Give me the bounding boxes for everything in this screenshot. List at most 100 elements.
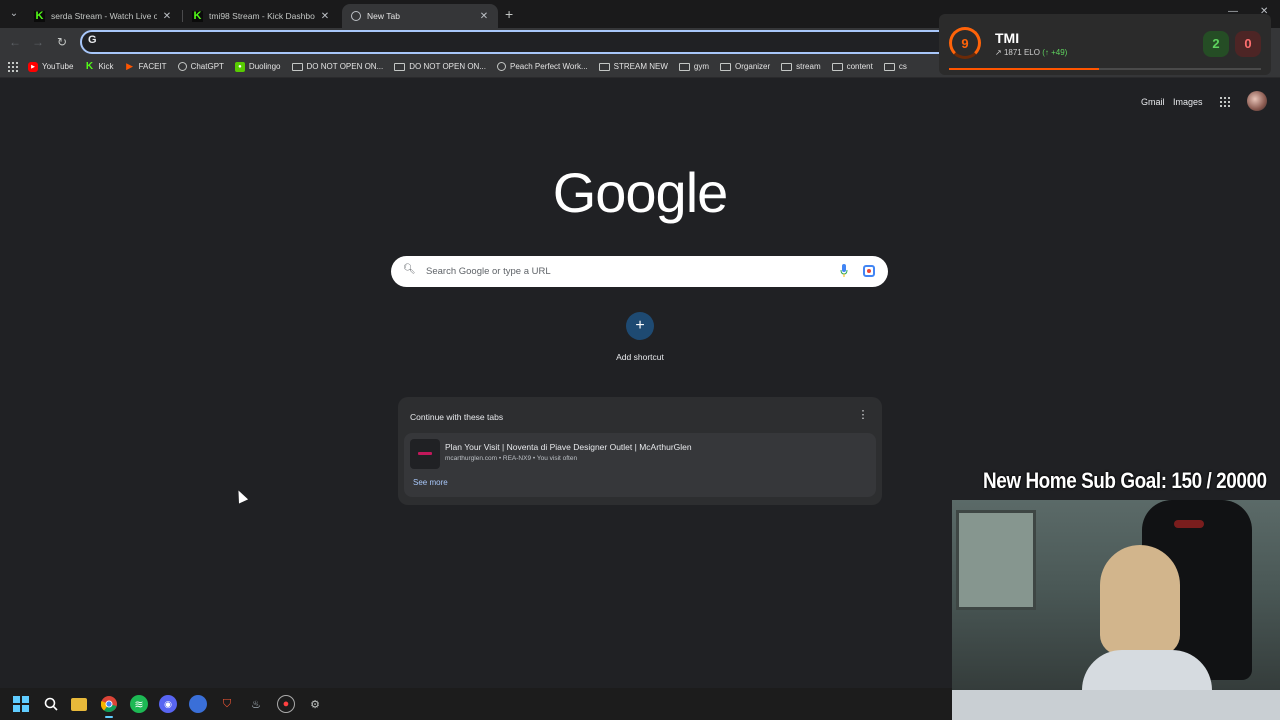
search-icon: 🔍︎ (403, 264, 416, 275)
continue-tab-title: Plan Your Visit | Noventa di Piave Desig… (445, 442, 692, 452)
bookmark-folder[interactable]: DO NOT OPEN ON... (291, 62, 383, 71)
tab-close-icon[interactable]: ✕ (319, 11, 331, 22)
reload-icon[interactable]: ↻ (54, 34, 70, 50)
see-more-link[interactable]: See more (413, 478, 448, 487)
folder-icon (598, 62, 610, 71)
images-link[interactable]: Images (1173, 97, 1203, 107)
forward-arrow-icon[interactable]: → (30, 34, 46, 50)
faceit-player-name: TMI (995, 30, 1020, 46)
folder-icon (883, 62, 895, 71)
bookmark-label: DO NOT OPEN ON... (409, 62, 486, 71)
taskbar-search-icon[interactable] (42, 695, 60, 713)
bookmark-label: stream (796, 62, 821, 71)
address-bar[interactable]: G (80, 30, 1000, 54)
windows-start-icon[interactable] (12, 695, 30, 713)
new-tab-button[interactable]: + (505, 6, 513, 22)
back-arrow-icon[interactable]: ← (7, 34, 23, 50)
globe-icon (350, 11, 361, 22)
search-placeholder: Search Google or type a URL (426, 266, 551, 277)
tab-divider (182, 10, 183, 22)
steam-icon[interactable]: ♨ (247, 695, 265, 713)
bookmark-label: Duolingo (248, 62, 281, 71)
folder-icon (394, 62, 406, 71)
apps-grid-icon[interactable] (8, 61, 18, 72)
bookmark-peach-perfect[interactable]: Peach Perfect Work... (497, 62, 588, 71)
youtube-icon: ▶ (28, 61, 38, 72)
bookmark-chatgpt[interactable]: ChatGPT (177, 62, 224, 71)
bookmark-folder[interactable]: cs (883, 62, 907, 71)
add-shortcut-label: Add shortcut (616, 352, 664, 362)
chrome-icon[interactable] (100, 695, 118, 718)
bookmark-label: cs (898, 62, 907, 71)
bookmark-label: STREAM NEW (613, 62, 668, 71)
faceit-icon: ▶ (126, 61, 134, 71)
bookmark-label: content (846, 62, 873, 71)
plus-icon: + (626, 312, 654, 340)
gmail-link[interactable]: Gmail (1141, 97, 1165, 107)
bookmark-label: ChatGPT (190, 62, 224, 71)
bookmark-folder[interactable]: Organizer (720, 62, 770, 71)
site-thumbnail (410, 439, 440, 469)
continue-tabs-header: Continue with these tabs (410, 412, 504, 422)
folder-icon (781, 62, 793, 71)
folder-icon (720, 62, 732, 71)
tab-close-icon[interactable]: ✕ (478, 11, 490, 22)
microphone-icon[interactable] (840, 264, 848, 277)
bookmark-label: Kick (98, 62, 114, 71)
continue-tab-item[interactable]: Plan Your Visit | Noventa di Piave Desig… (404, 433, 876, 497)
more-options-icon[interactable]: ⋮ (856, 408, 870, 421)
tab-search-chevron-icon[interactable]: ⌄ (6, 6, 22, 22)
bookmark-kick[interactable]: K Kick (84, 61, 114, 72)
bookmark-label: Organizer (735, 62, 771, 71)
bookmark-youtube[interactable]: ▶ YouTube (28, 61, 74, 72)
faceit-stats-widget: 9 TMI ↗ 1871 ELO (↑ +49) 2 0 (939, 14, 1271, 75)
obs-icon[interactable]: ● (277, 695, 295, 713)
tab-title: tmi98 Stream - Kick Dashboard (209, 11, 315, 21)
faceit-level-badge: 9 (949, 27, 981, 59)
bookmark-folder[interactable]: content (831, 62, 873, 71)
windows-taskbar: ≋ ◉ ⛉ ♨ ● ⚙ (0, 688, 952, 720)
bookmark-folder[interactable]: STREAM NEW (598, 62, 668, 71)
folder-icon (291, 62, 303, 71)
spotify-icon[interactable]: ≋ (130, 695, 148, 713)
faceit-wins: 2 (1203, 31, 1229, 57)
bookmark-folder[interactable]: stream (781, 62, 821, 71)
webcam-person (1100, 545, 1180, 655)
tab-close-icon[interactable]: ✕ (161, 11, 173, 22)
bookmark-label: FACEIT (138, 62, 167, 71)
duolingo-icon: ● (234, 61, 245, 72)
bookmark-folder[interactable]: DO NOT OPEN ON... (394, 62, 486, 71)
bookmark-label: Peach Perfect Work... (510, 62, 588, 71)
kick-icon: K (192, 9, 203, 22)
add-shortcut-button[interactable]: + Add shortcut (600, 312, 680, 362)
app-icon[interactable] (189, 695, 207, 713)
bookmark-label: gym (693, 62, 710, 71)
faceit-losses: 0 (1235, 31, 1261, 57)
folder-icon (678, 62, 690, 71)
webcam-feed (952, 500, 1280, 720)
kick-icon: K (85, 61, 94, 72)
bookmark-duolingo[interactable]: ● Duolingo (234, 61, 281, 72)
tab-kick-dashboard[interactable]: K tmi98 Stream - Kick Dashboard ✕ (184, 4, 339, 28)
google-logo: Google (552, 161, 729, 224)
search-input[interactable]: 🔍︎ Search Google or type a URL (391, 256, 888, 287)
bookmark-folder[interactable]: gym (678, 62, 710, 71)
brave-icon[interactable]: ⛉ (218, 695, 236, 713)
settings-gear-icon[interactable]: ⚙ (306, 695, 324, 713)
chatgpt-icon (177, 62, 187, 71)
faceit-level-progress (949, 68, 1261, 70)
discord-icon[interactable]: ◉ (159, 695, 177, 713)
continue-tab-subtitle: mcarthurglen.com • REA-NX9 • You visit o… (445, 455, 578, 462)
mouse-cursor-icon (233, 488, 249, 504)
webcam-desk (952, 690, 1280, 720)
google-lens-icon[interactable] (863, 265, 875, 277)
avatar[interactable] (1247, 91, 1267, 111)
bookmark-label: YouTube (42, 62, 74, 71)
bookmark-faceit[interactable]: ▶ FACEIT (125, 61, 167, 72)
google-apps-icon[interactable] (1220, 97, 1230, 107)
webcam-window (956, 510, 1036, 610)
file-explorer-icon[interactable] (71, 698, 87, 711)
continue-tabs-card: Continue with these tabs ⋮ Plan Your Vis… (398, 397, 882, 505)
tab-new-tab[interactable]: New Tab ✕ (342, 4, 498, 28)
tab-serda-stream[interactable]: K serda Stream - Watch Live on Ki ✕ (26, 4, 181, 28)
